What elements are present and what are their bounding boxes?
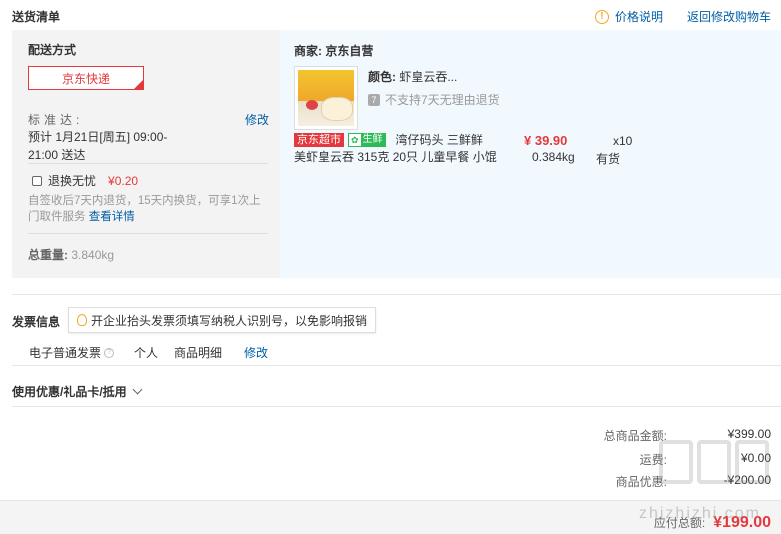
divider	[12, 365, 781, 366]
discount-label: 商品优惠:	[615, 475, 667, 489]
price-note-link[interactable]: ! 价格说明	[594, 8, 663, 25]
color-value: 虾皇云吞...	[399, 70, 458, 84]
invoice-content: 商品明细	[174, 346, 223, 360]
product-price: ¥ 39.90	[524, 133, 568, 148]
exchange-detail-link[interactable]: 查看详情	[89, 211, 135, 223]
seller-name: 商家: 京东自营	[294, 44, 374, 58]
delivery-label: 配送方式	[28, 43, 77, 57]
product-weight: 0.384kg	[532, 150, 575, 164]
shipping-fee-label: 运费:	[639, 453, 667, 467]
invoice-details: 电子普通发票 ? 个人 商品明细 修改	[29, 344, 268, 361]
coupon-label: 使用优惠/礼品卡/抵用	[12, 385, 127, 399]
no-return-text: 不支持7天无理由退货	[385, 93, 500, 107]
divider	[12, 406, 781, 407]
warning-icon: !	[594, 9, 609, 24]
total-goods-label: 总商品金额:	[603, 429, 667, 443]
exchange-checkbox[interactable]	[32, 175, 42, 186]
modify-invoice-link[interactable]: 修改	[244, 344, 268, 361]
watermark-glyph	[697, 440, 731, 484]
express-option-button[interactable]: 京东快递	[28, 66, 144, 90]
exchange-service-option[interactable]: 退换无忧 ¥0.20	[32, 172, 138, 189]
modify-delivery-link[interactable]: 修改	[245, 111, 269, 128]
invoice-tip: 开企业抬头发票须填写纳税人识别号，以免影响报销	[68, 307, 377, 333]
standard-delivery-label: 标准达:	[28, 113, 84, 127]
help-icon[interactable]: ?	[104, 347, 115, 358]
no-return-icon: 7	[368, 93, 380, 106]
price-note-label: 价格说明	[614, 10, 663, 24]
fresh-leaf-icon: ✿	[349, 133, 361, 146]
weight-label: 总重量:	[28, 248, 68, 262]
invoice-tip-text: 开企业抬头发票须填写纳税人识别号，以免影响报销	[91, 313, 368, 328]
fresh-badge-label: 生鲜	[362, 133, 383, 145]
watermark-glyph	[735, 440, 769, 484]
divider	[12, 294, 781, 295]
item-panel: 商家: 京东自营 颜色: 虾皇云吞... 7 不支持7天无理由退货 京东超市 ✿…	[280, 30, 781, 278]
exchange-desc-text: 自签收后7天内退货，15天内换货，可享1次上门取件服务	[28, 195, 261, 223]
section-title: 送货清单	[12, 10, 61, 24]
fresh-badge: ✿ 生鲜	[348, 132, 386, 147]
delivery-estimate: 预计 1月21日[周五] 09:00-21:00 送达	[28, 130, 168, 162]
total-weight: 总重量: 3.840kg	[28, 246, 114, 263]
product-color: 颜色: 虾皇云吞...	[368, 68, 457, 85]
exchange-price: ¥0.20	[108, 173, 139, 188]
jd-supermarket-badge: 京东超市	[294, 132, 344, 147]
stock-status: 有货	[596, 152, 621, 166]
product-thumbnail[interactable]	[294, 66, 358, 130]
invoice-label: 发票信息	[12, 315, 61, 329]
watermark-glyph	[659, 440, 693, 484]
product-image	[298, 70, 354, 126]
coupon-toggle[interactable]: 使用优惠/礼品卡/抵用	[12, 383, 143, 400]
watermark-logo	[659, 440, 769, 484]
product-title-line2[interactable]: 美虾皇云吞 315克 20只 儿童早餐 小馄	[294, 148, 497, 165]
exchange-label: 退换无忧	[48, 174, 97, 188]
color-label: 颜色:	[368, 70, 396, 84]
no-return-notice: 7 不支持7天无理由退货	[368, 91, 500, 108]
back-to-cart-link[interactable]: 返回修改购物车	[687, 8, 771, 25]
divider	[28, 163, 268, 164]
lightbulb-icon	[77, 314, 87, 326]
delivery-panel: 配送方式 京东快递 标准达: 修改 预计 1月21日[周五] 09:00-21:…	[12, 30, 278, 278]
invoice-title: 个人	[134, 346, 159, 360]
invoice-type: 电子普通发票	[29, 346, 102, 360]
product-quantity: x10	[613, 134, 633, 148]
product-title-link[interactable]: 湾仔码头 三鲜鲜	[396, 131, 483, 148]
product-title-line: 京东超市 ✿ 生鲜 湾仔码头 三鲜鲜	[294, 131, 483, 148]
watermark-text: zhizhizhi.com	[638, 505, 761, 522]
exchange-description: 自签收后7天内退货，15天内换货，可享1次上门取件服务 查看详情	[28, 193, 270, 225]
divider	[28, 233, 268, 234]
header-actions: ! 价格说明 返回修改购物车	[594, 8, 771, 25]
weight-value: 3.840kg	[71, 248, 115, 262]
shipping-list: 配送方式 京东快递 标准达: 修改 预计 1月21日[周五] 09:00-21:…	[12, 30, 781, 278]
chevron-down-icon	[132, 384, 143, 395]
